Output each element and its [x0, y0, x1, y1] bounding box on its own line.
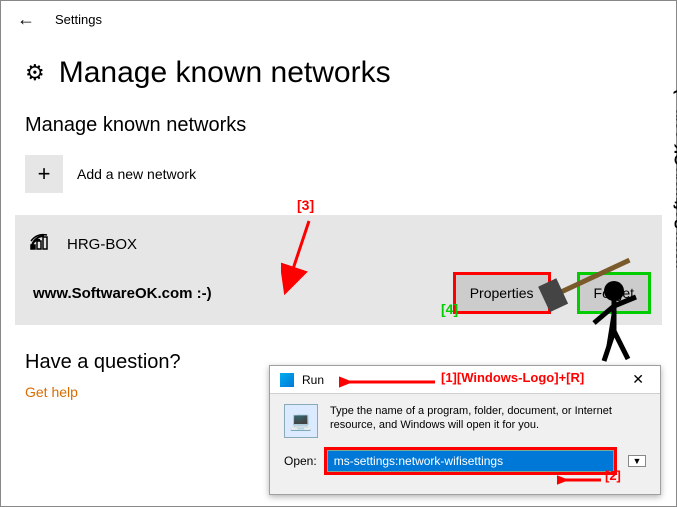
arrow-annotation-2 — [557, 473, 603, 487]
plus-icon: + — [25, 155, 63, 193]
hammer-figure-icon — [536, 231, 656, 371]
run-dropdown-button[interactable]: ▼ — [628, 455, 646, 467]
arrow-annotation-1 — [339, 375, 439, 389]
arrow-annotation-3 — [281, 217, 321, 297]
open-label: Open: — [284, 454, 317, 468]
run-app-icon — [280, 373, 294, 387]
back-button[interactable]: ← — [17, 9, 35, 30]
network-name: HRG-BOX — [67, 236, 137, 253]
gear-icon: ⚙ — [25, 60, 45, 86]
watermark-text: www.SoftwareOK.com :-) — [33, 285, 212, 302]
close-button[interactable]: ✕ — [626, 371, 650, 388]
wifi-icon — [29, 231, 53, 257]
annotation-4: [4] — [441, 301, 458, 317]
window-title: Settings — [55, 12, 102, 27]
run-description: Type the name of a program, folder, docu… — [330, 404, 646, 438]
add-network-label: Add a new network — [77, 166, 196, 182]
run-dialog-title: Run — [302, 373, 324, 387]
properties-button[interactable]: Properties — [456, 275, 548, 311]
run-program-icon: 💻 — [284, 404, 318, 438]
watermark-vertical: www.SoftwareOK.com :-) — [672, 89, 677, 268]
run-command-input[interactable]: ms-settings:network-wifisettings — [327, 450, 614, 472]
annotation-1: [1][Windows-Logo]+[R] — [441, 370, 584, 385]
add-network-button[interactable]: + Add a new network — [1, 149, 676, 207]
annotation-2: [2] — [605, 468, 621, 483]
annotation-3: [3] — [297, 197, 314, 213]
section-subtitle: Manage known networks — [1, 104, 676, 149]
page-title: Manage known networks — [59, 56, 391, 90]
